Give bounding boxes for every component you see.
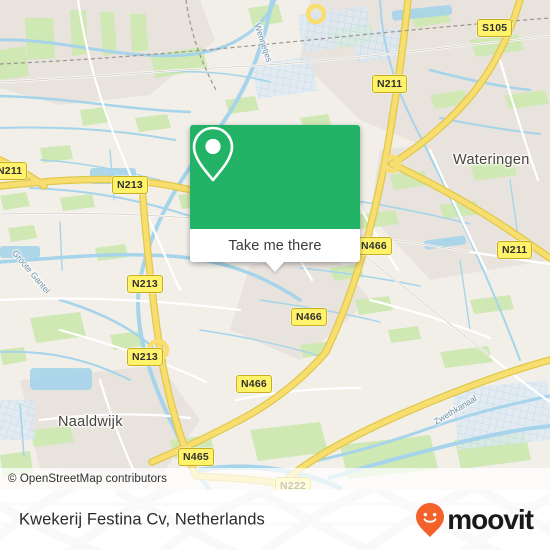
map-attribution: © OpenStreetMap contributors — [0, 468, 550, 490]
road-shield-n465: N465 — [178, 448, 214, 466]
road-shield-n211: N211 — [372, 75, 408, 93]
moovit-logo[interactable]: moovit — [415, 502, 534, 538]
road-shield-n211: N211 — [0, 162, 28, 180]
map-pin-icon — [192, 126, 234, 182]
road-shield-s105: S105 — [477, 19, 513, 37]
footer-bar: Kwekerij Festina Cv, Netherlands moovit — [0, 490, 550, 550]
road-shield-n213: N213 — [127, 348, 163, 366]
take-me-there-label: Take me there — [228, 237, 322, 254]
road-shield-n213: N213 — [112, 176, 148, 194]
moovit-wordmark: moovit — [447, 504, 534, 535]
callout-icon-area — [190, 125, 360, 229]
map-canvas[interactable]: Wateringen Naaldwijk Wennetjes Groote Ga… — [0, 0, 550, 490]
map-attribution-text: © OpenStreetMap contributors — [8, 473, 167, 485]
take-me-there-button[interactable]: Take me there — [190, 229, 360, 272]
road-shield-n213: N213 — [127, 275, 163, 293]
road-shield-n466: N466 — [356, 237, 392, 255]
road-shield-n466: N466 — [291, 308, 327, 326]
callout-pointer-tail — [265, 261, 285, 272]
moovit-pin-smiley-icon — [416, 503, 445, 537]
road-shield-n211: N211 — [497, 241, 533, 259]
road-shield-n466: N466 — [236, 375, 272, 393]
location-title: Kwekerij Festina Cv, Netherlands — [19, 510, 265, 529]
moovit-location-card: Wateringen Naaldwijk Wennetjes Groote Ga… — [0, 0, 550, 550]
location-callout-card[interactable]: Take me there — [190, 125, 360, 272]
